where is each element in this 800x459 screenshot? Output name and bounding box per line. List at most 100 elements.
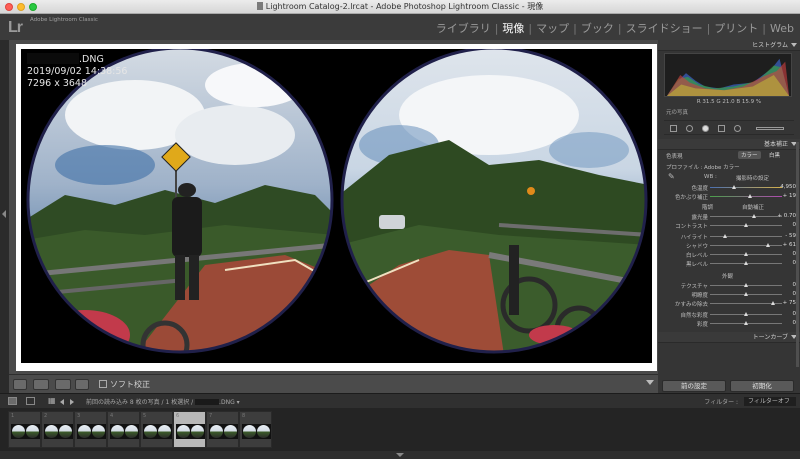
document-icon: [256, 2, 263, 10]
loupe-view-button[interactable]: [13, 379, 27, 390]
treatment-bw[interactable]: 白黒: [766, 151, 783, 159]
thumb-index: 6: [176, 413, 180, 419]
filmstrip-thumb[interactable]: 5: [140, 411, 173, 448]
soft-proof-label: ソフト校正: [110, 380, 150, 389]
thumb-index: 5: [143, 413, 147, 419]
shadows-slider[interactable]: シャドウ + 61: [658, 241, 800, 250]
before-after-button[interactable]: [33, 379, 49, 390]
toolbar-menu-icon[interactable]: [646, 380, 654, 385]
radial-filter-icon[interactable]: [734, 125, 741, 132]
thumb-index: 7: [209, 413, 213, 419]
copy-settings-button[interactable]: [75, 379, 89, 390]
grid-view-icon[interactable]: ▦: [48, 396, 56, 405]
back-arrow-icon[interactable]: [60, 399, 64, 405]
main-window-button[interactable]: [8, 397, 17, 405]
profile-select[interactable]: Adobe カラー: [704, 163, 740, 171]
second-window-button[interactable]: [26, 397, 35, 405]
tone-curve-header[interactable]: トーンカーブ: [658, 332, 800, 343]
filmstrip: 1 2 3 4 5 6 7 8: [0, 408, 800, 451]
filmstrip-source[interactable]: 前回の読み込み 8 枚の写真 / 1 枚選択 / .DNG ▾: [86, 397, 240, 406]
dehaze-label: かすみの除去: [674, 302, 708, 308]
thumb-image: [11, 424, 40, 439]
thumb-image: [209, 424, 238, 439]
photo-datetime: 2019/09/02 14:38:56: [27, 66, 128, 77]
temp-slider[interactable]: 色温度 4,950: [658, 183, 800, 192]
reset-button[interactable]: 初期化: [730, 380, 794, 392]
dehaze-slider[interactable]: かすみの除去 + 75: [658, 299, 800, 308]
module-slideshow[interactable]: スライドショー: [626, 20, 703, 36]
image-viewer[interactable]: .DNG 2019/09/02 14:38:56 7296 x 3648: [9, 40, 658, 374]
histogram-header[interactable]: ヒストグラム: [658, 40, 800, 51]
blacks-slider[interactable]: 黒レベル 0: [658, 259, 800, 268]
redacted-filename: [27, 53, 79, 64]
blacks-label: 黒レベル: [685, 262, 708, 268]
clarity-slider[interactable]: 明瞭度 0: [658, 290, 800, 299]
collapse-filmstrip-icon: [396, 453, 404, 457]
develop-toolbar: ソフト校正: [9, 374, 658, 393]
module-book[interactable]: ブック: [581, 20, 614, 36]
forward-arrow-icon[interactable]: [70, 399, 74, 405]
redeye-tool-icon[interactable]: [702, 125, 709, 132]
treatment-row: 色表現 カラー 白黒: [658, 150, 800, 161]
saturation-slider[interactable]: 彩度 0: [658, 319, 800, 328]
vibrance-slider[interactable]: 自然な彩度 0: [658, 310, 800, 319]
spot-removal-tool-icon[interactable]: [686, 125, 693, 132]
exposure-value[interactable]: + 0.70: [777, 213, 796, 219]
filmstrip-thumb[interactable]: 3: [74, 411, 107, 448]
module-develop[interactable]: 現像: [502, 20, 524, 36]
graduated-filter-icon[interactable]: [718, 125, 725, 132]
filmstrip-thumb[interactable]: 1: [8, 411, 41, 448]
photo-dimensions: 7296 x 3648: [27, 78, 88, 89]
left-panel-toggle[interactable]: [0, 40, 9, 393]
right-panel-scrollbar[interactable]: [796, 142, 799, 367]
tint-value[interactable]: + 19: [783, 193, 796, 199]
contrast-slider[interactable]: コントラスト 0: [658, 221, 800, 230]
treatment-color[interactable]: カラー: [738, 151, 761, 159]
soft-proof-checkbox[interactable]: [99, 380, 107, 388]
whites-slider[interactable]: 白レベル 0: [658, 250, 800, 259]
filmstrip-thumb[interactable]: 7: [206, 411, 239, 448]
original-photo-label: 元の写真: [666, 110, 689, 116]
filmstrip-toggle[interactable]: [0, 451, 800, 459]
filmstrip-thumb[interactable]: 4: [107, 411, 140, 448]
tint-slider[interactable]: 色かぶり補正 + 19: [658, 192, 800, 201]
tone-curve-title: トーンカーブ: [752, 334, 788, 341]
module-map[interactable]: マップ: [536, 20, 569, 36]
filmstrip-thumb[interactable]: 2: [41, 411, 74, 448]
filter-label: フィルター :: [704, 399, 738, 406]
previous-settings-button[interactable]: 前の設定: [662, 380, 726, 392]
temp-label: 色温度: [691, 186, 708, 192]
highlights-label: ハイライト: [680, 235, 708, 241]
thumb-image: [44, 424, 73, 439]
highlights-slider[interactable]: ハイライト - 59: [658, 232, 800, 241]
before-after-swap-button[interactable]: [55, 379, 71, 390]
adjustment-brush-icon[interactable]: [756, 127, 784, 130]
soft-proof-toggle[interactable]: ソフト校正: [99, 379, 150, 390]
app-name: Adobe Lightroom Classic: [30, 17, 98, 23]
crop-tool-icon[interactable]: [670, 125, 677, 132]
module-web[interactable]: Web: [770, 22, 794, 35]
thumb-index: 1: [11, 413, 15, 419]
temp-value[interactable]: 4,950: [780, 184, 796, 190]
wb-select[interactable]: 撮影時の設定: [736, 174, 769, 182]
filter-select[interactable]: フィルターオフ: [744, 397, 796, 406]
module-print[interactable]: プリント: [714, 20, 758, 36]
auto-tone-button[interactable]: 自動補正: [742, 203, 764, 211]
thumb-image: [77, 424, 106, 439]
treatment-label: 色表現: [666, 154, 683, 160]
photo[interactable]: .DNG 2019/09/02 14:38:56 7296 x 3648: [21, 49, 652, 363]
shadows-value[interactable]: + 61: [783, 242, 796, 248]
profile-row: プロファイル : Adobe カラー: [658, 161, 800, 172]
filmstrip-thumb[interactable]: 8: [239, 411, 272, 448]
eyedropper-icon[interactable]: ✎: [668, 172, 675, 181]
histogram[interactable]: [664, 53, 792, 97]
basic-header[interactable]: 基本補正: [658, 139, 800, 150]
texture-slider[interactable]: テクスチャ 0: [658, 281, 800, 290]
highlights-value[interactable]: - 59: [785, 233, 796, 239]
original-photo-toggle[interactable]: 元の写真: [666, 108, 792, 116]
dehaze-value[interactable]: + 75: [783, 300, 796, 306]
filmstrip-thumb-selected[interactable]: 6: [173, 411, 206, 448]
exposure-slider[interactable]: 露光量 + 0.70: [658, 212, 800, 221]
module-library[interactable]: ライブラリ: [436, 20, 491, 36]
photo-info-overlay: .DNG 2019/09/02 14:38:56 7296 x 3648: [27, 53, 127, 90]
